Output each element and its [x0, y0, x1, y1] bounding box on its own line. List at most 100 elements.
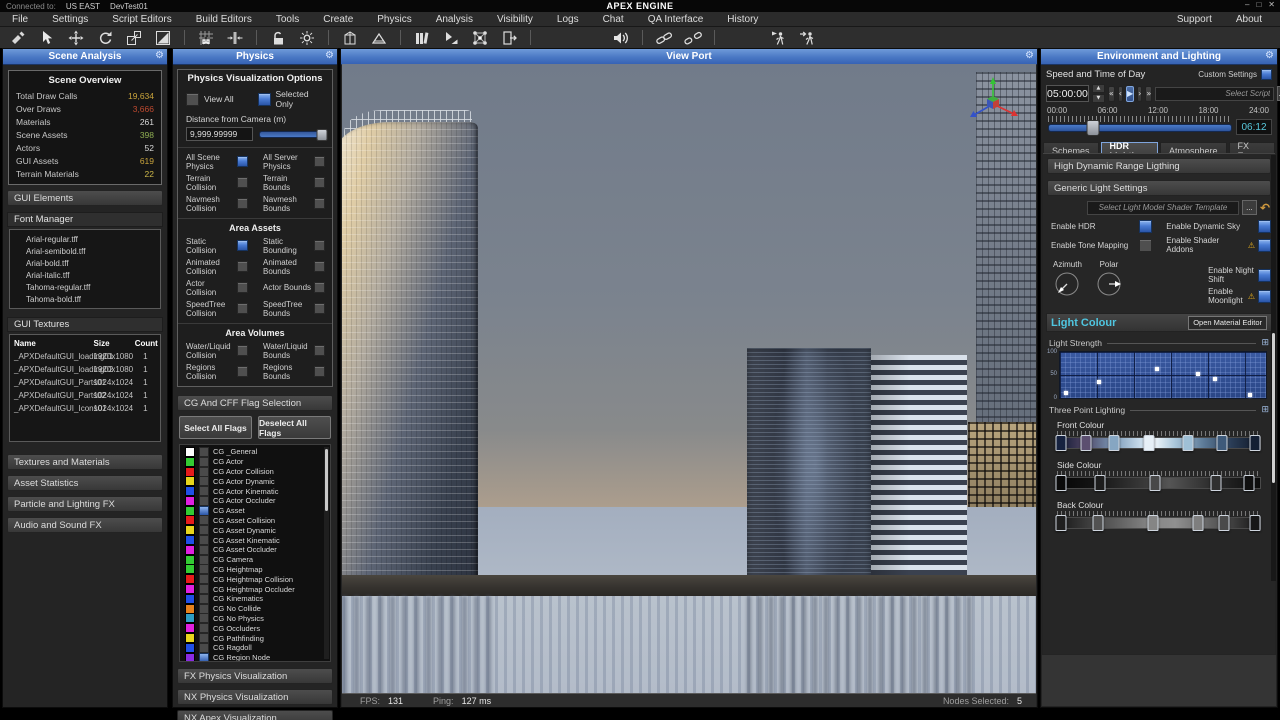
flag-checkbox[interactable] — [199, 467, 209, 477]
section-font-manager[interactable]: Font Manager — [7, 212, 163, 227]
audio-icon[interactable] — [611, 29, 631, 47]
checkbox[interactable] — [237, 345, 248, 356]
checkbox[interactable] — [237, 261, 248, 272]
viewport-header[interactable]: View Port ⚙ — [341, 49, 1037, 65]
toggle-enable-hdr[interactable]: Enable HDR — [1047, 220, 1152, 233]
curve-point[interactable] — [1155, 367, 1159, 371]
flag-row[interactable]: CG No Collide — [185, 604, 330, 614]
flag-checkbox[interactable] — [199, 564, 209, 574]
gradient-stop-handle[interactable] — [1080, 435, 1091, 451]
flag-row[interactable]: CG Asset — [185, 506, 330, 516]
gradient-stop-handle[interactable] — [1217, 435, 1228, 451]
environment-header[interactable]: Environment and Lighting ⚙ — [1041, 49, 1277, 65]
font-list-item[interactable]: Tahoma-bold.tff — [10, 293, 160, 305]
gradient-stop-handle[interactable] — [1094, 475, 1105, 491]
rewind-button[interactable]: « — [1108, 86, 1115, 102]
gradient-stop-handle[interactable] — [1243, 475, 1254, 491]
gradient-stop-handle[interactable] — [1211, 475, 1222, 491]
physics-toggle[interactable]: All Server Physics — [255, 151, 332, 172]
custom-settings-checkbox[interactable] — [1261, 69, 1272, 80]
package-icon[interactable] — [340, 29, 360, 47]
menu-item[interactable]: Visibility — [485, 14, 545, 25]
axis-gizmo[interactable] — [966, 74, 1020, 135]
paint-icon[interactable] — [8, 29, 28, 47]
flag-checkbox[interactable] — [199, 633, 209, 643]
flag-row[interactable]: CG No Physics — [185, 614, 330, 624]
gear-icon[interactable]: ⚙ — [155, 50, 164, 61]
font-list-item[interactable]: Arial-bold.tff — [10, 257, 160, 269]
flag-checkbox[interactable] — [199, 584, 209, 594]
browse-shader-button[interactable]: ... — [1242, 200, 1257, 215]
unlink-icon[interactable] — [683, 29, 703, 47]
open-material-editor-button[interactable]: Open Material Editor — [1188, 316, 1267, 330]
curve-point[interactable] — [1097, 380, 1101, 384]
checkbox[interactable] — [237, 366, 248, 377]
physics-toggle[interactable]: SpeedTree Collision — [178, 298, 255, 319]
physics-toggle[interactable]: Static Collision — [178, 235, 255, 256]
gradient-stop-handle[interactable] — [1056, 475, 1067, 491]
flag-checkbox[interactable] — [199, 653, 209, 662]
flag-checkbox[interactable] — [199, 643, 209, 653]
library-icon[interactable] — [412, 29, 432, 47]
gear-icon[interactable]: ⚙ — [1265, 50, 1274, 61]
collapsed-section-bar[interactable]: Textures and Materials — [7, 454, 163, 470]
toggle-enable-shader-addons[interactable]: Enable Shader Addons ⚠ — [1152, 236, 1271, 254]
checkbox[interactable] — [1139, 239, 1152, 252]
exit-icon[interactable] — [499, 29, 519, 47]
checkbox[interactable] — [1258, 269, 1271, 282]
menu-item[interactable]: Settings — [40, 14, 100, 25]
flag-checkbox[interactable] — [199, 476, 209, 486]
flag-checkbox[interactable] — [199, 604, 209, 614]
flag-checkbox[interactable] — [199, 525, 209, 535]
flag-checkbox[interactable] — [199, 457, 209, 467]
side-colour-editor[interactable] — [1053, 471, 1265, 495]
texture-row[interactable]: _APXDefaultGUI_loading01 1920x1080 1 — [10, 350, 160, 363]
flag-row[interactable]: CG Heightmap Collision — [185, 574, 330, 584]
flag-row[interactable]: CG Asset Dynamic — [185, 525, 330, 535]
toggle-enable-moonlight[interactable]: Enable Moonlight ⚠ — [1194, 287, 1271, 305]
slider-handle[interactable] — [317, 129, 328, 141]
gradient-stop-handle[interactable] — [1056, 435, 1067, 451]
gradient-stop-handle[interactable] — [1147, 515, 1158, 531]
menu-item[interactable]: Analysis — [424, 14, 485, 25]
texture-row[interactable]: _APXDefaultGUI_Parts01 1024x1024 1 — [10, 376, 160, 389]
section-gui-elements[interactable]: GUI Elements — [7, 190, 163, 206]
shapes-icon[interactable] — [441, 29, 461, 47]
flag-row[interactable]: CG _General — [185, 447, 330, 457]
physics-toggle[interactable]: Animated Bounds — [255, 256, 332, 277]
physics-toggle[interactable]: Animated Collision — [178, 256, 255, 277]
section-gui-textures[interactable]: GUI Textures — [7, 317, 163, 332]
checkbox[interactable] — [1258, 239, 1271, 252]
flag-row[interactable]: CG Pathfinding — [185, 633, 330, 643]
toggle-enable-night-shift[interactable]: Enable Night Shift — [1194, 266, 1271, 284]
collapsed-section-bar[interactable]: Asset Statistics — [7, 475, 163, 491]
flag-selection-header[interactable]: CG And CFF Flag Selection — [177, 395, 333, 411]
physics-header[interactable]: Physics ⚙ — [173, 49, 337, 65]
distance-value[interactable]: 9,999.99999 — [186, 127, 253, 141]
physics-toggle[interactable]: Navmesh Bounds — [255, 193, 332, 214]
menu-item[interactable]: QA Interface — [636, 14, 716, 25]
rotate-icon[interactable] — [95, 29, 115, 47]
menu-item[interactable]: File — [0, 14, 40, 25]
three-point-lighting-header[interactable]: Three Point Lighting ⊞ — [1049, 405, 1269, 415]
checkbox[interactable] — [314, 303, 325, 314]
checkbox[interactable] — [314, 198, 325, 209]
flag-checkbox[interactable] — [199, 447, 209, 457]
flag-row[interactable]: CG Region Node — [185, 653, 330, 662]
azimuth-dial[interactable]: Azimuth — [1053, 260, 1082, 305]
flag-row[interactable]: CG Actor Occluder — [185, 496, 330, 506]
checkbox[interactable] — [314, 240, 325, 251]
flag-row[interactable]: CG Kinematics — [185, 594, 330, 604]
physics-toggle[interactable]: Water/Liquid Bounds — [255, 340, 332, 361]
env-scrollbar[interactable] — [1271, 155, 1276, 581]
gear-icon[interactable]: ⚙ — [325, 50, 334, 61]
flag-row[interactable]: CG Asset Kinematic — [185, 535, 330, 545]
checkbox[interactable] — [1258, 290, 1271, 303]
physics-toggle[interactable]: Navmesh Collision — [178, 193, 255, 214]
distance-slider[interactable] — [259, 131, 324, 138]
gradient-stop-handle[interactable] — [1109, 435, 1120, 451]
flag-row[interactable]: CG Actor — [185, 457, 330, 467]
menu-item[interactable]: Chat — [591, 14, 636, 25]
physics-toggle[interactable]: Regions Collision — [178, 361, 255, 382]
checkbox[interactable] — [237, 156, 248, 167]
